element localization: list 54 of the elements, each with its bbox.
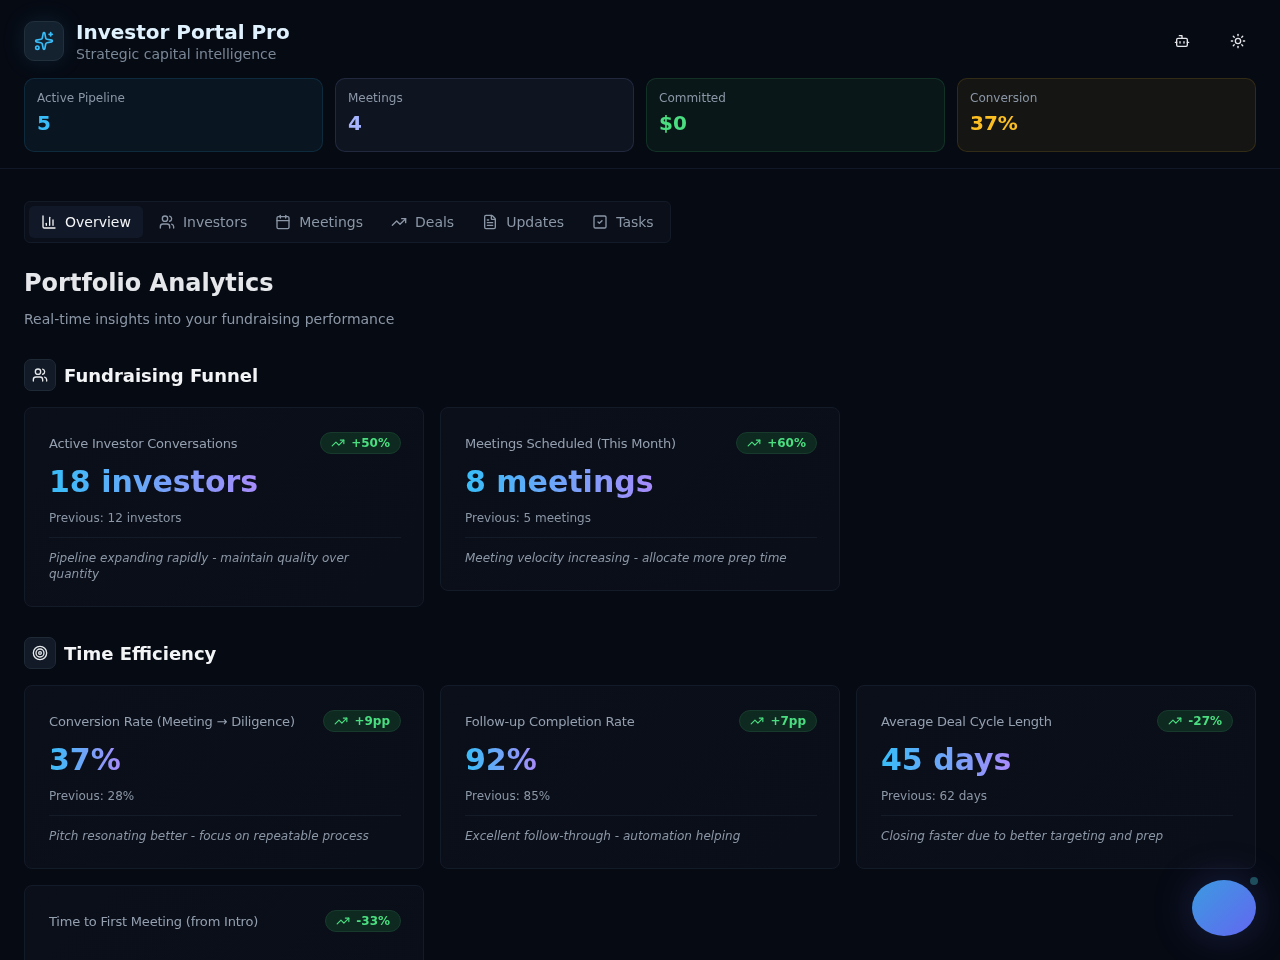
previous-value: Previous: 85% — [465, 789, 552, 803]
users-icon — [32, 367, 48, 383]
metric-label: Time to First Meeting (from Intro) — [49, 913, 259, 929]
section-title: Fundraising Funnel — [64, 364, 259, 386]
checkbox-icon — [592, 214, 609, 230]
section-title: Time Efficiency — [64, 642, 217, 664]
previous-value: Previous: 5 meetings — [465, 511, 592, 525]
previous-value: Previous: 12 investors — [49, 511, 183, 525]
tab[interactable]: Overview — [29, 206, 143, 238]
page-subtitle: Real-time insights into your fundraising performance — [24, 311, 396, 327]
tab[interactable]: Deals — [379, 206, 467, 238]
robot-icon — [1174, 33, 1190, 49]
tab[interactable]: Updates — [470, 206, 577, 238]
stat-label: Active Pipeline — [37, 91, 126, 105]
stat-label: Conversion — [970, 91, 1039, 105]
stat-value: 37% — [970, 111, 1019, 135]
metric-label: Meetings Scheduled (This Month) — [465, 435, 676, 451]
users-icon — [158, 214, 175, 230]
previous-value: Previous: 28% — [49, 789, 136, 803]
trend-value: +60% — [767, 436, 806, 450]
target-icon — [32, 645, 48, 661]
tab[interactable]: Meetings — [263, 206, 375, 238]
stat-value: $0 — [659, 111, 688, 135]
stat-label: Committed — [659, 91, 727, 105]
metric-label: Average Deal Cycle Length — [881, 713, 1052, 729]
previous-value: Previous: 62 days — [881, 789, 988, 803]
sun-icon — [1230, 33, 1246, 49]
insight-note: Excellent follow-through - automation helping — [465, 815, 817, 844]
stat-value: 4 — [348, 111, 363, 135]
insight-note: Meeting velocity increasing - allocate more prep time — [465, 537, 817, 566]
app-subtitle: Strategic capital intelligence — [76, 46, 278, 62]
calendar-icon — [275, 214, 292, 230]
stat-value: 5 — [37, 111, 52, 135]
insight-note: Closing faster due to better targeting and prep — [881, 815, 1233, 844]
trend-value: +9pp — [354, 714, 390, 728]
metric-label: Conversion Rate (Meeting → Diligence) — [49, 713, 295, 729]
trend-value: +7pp — [770, 714, 806, 728]
app-title: Investor Portal Pro — [76, 20, 291, 44]
trend-value: -27% — [1188, 714, 1222, 728]
tab[interactable]: Tasks — [580, 206, 666, 238]
status-dot — [1250, 877, 1258, 885]
metric-label: Active Investor Conversations — [49, 435, 238, 451]
bar-chart-icon — [41, 214, 57, 230]
assistant-button[interactable] — [1192, 880, 1256, 936]
trend-value: -33% — [356, 914, 390, 928]
document-icon — [482, 214, 499, 230]
insight-note: Pipeline expanding rapidly - maintain quality over quantity — [49, 537, 401, 582]
page-title: Portfolio Analytics — [24, 269, 275, 297]
metric-label: Follow-up Completion Rate — [465, 713, 635, 729]
trend-value: +50% — [351, 436, 390, 450]
tab[interactable]: Investors — [146, 206, 260, 238]
stat-label: Meetings — [348, 91, 404, 105]
sparkles-icon — [34, 31, 54, 51]
insight-note: Pitch resonating better - focus on repeatable process — [49, 815, 401, 844]
